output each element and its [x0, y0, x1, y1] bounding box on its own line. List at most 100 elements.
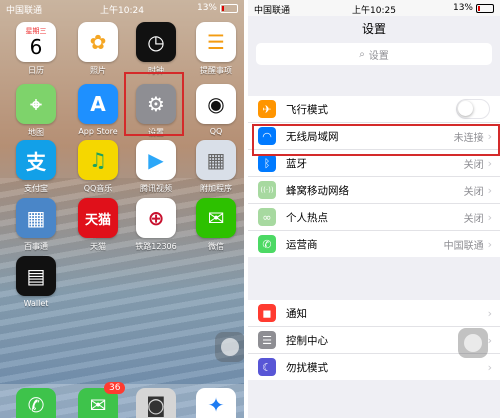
- settings-row-wifi[interactable]: ◠ 无线局域网 未连接 ›: [248, 123, 500, 150]
- chevron-right-icon: ›: [487, 129, 492, 143]
- app-alipay[interactable]: 支支付宝: [14, 140, 58, 194]
- notification-icon: ◼: [258, 304, 276, 322]
- page-title: 设置: [361, 22, 386, 36]
- app-label: QQ: [209, 127, 223, 136]
- moon-icon: ☾: [258, 358, 276, 376]
- settings-group-connectivity: ✈ 飞行模式 ◠ 无线局域网 未连接 › ᛒ 蓝牙 关闭 › ((·)) 蜂窝移动网络 关闭 › ∞ 个人热点…: [248, 96, 500, 257]
- camera-icon: ◙: [136, 388, 176, 418]
- dock-safari[interactable]: ✦: [194, 388, 238, 418]
- wechat-icon: ✉: [196, 198, 236, 238]
- app-qq[interactable]: ◉ QQ: [194, 84, 238, 136]
- chevron-right-icon: ›: [487, 237, 492, 251]
- settings-row-value: 中国联通: [443, 240, 484, 252]
- wifi-icon: ◠: [258, 127, 276, 145]
- safari-icon: ✦: [196, 388, 236, 418]
- settings-row-carrier[interactable]: ✆ 运营商 中国联通 ›: [248, 231, 500, 257]
- control-center-icon: ☰: [258, 331, 276, 349]
- folder-icon: ▦: [196, 140, 236, 180]
- battery-icon: [476, 3, 494, 13]
- app-store-icon: A: [78, 84, 118, 124]
- status-bar-right: 中国联通 上午10:25 13%: [248, 0, 500, 16]
- airplane-mode-toggle[interactable]: [456, 99, 490, 119]
- app-app-store[interactable]: A App Store: [76, 84, 120, 136]
- settings-row-hotspot[interactable]: ∞ 个人热点 关闭 ›: [248, 204, 500, 231]
- app-label: 微信: [208, 242, 224, 251]
- settings-row-value: 关闭: [463, 159, 484, 171]
- app-label: 提醒事项: [200, 66, 232, 75]
- search-field[interactable]: ⌕ 设置: [256, 43, 492, 65]
- clock-icon: ◷: [136, 22, 176, 62]
- dock-phone[interactable]: ✆: [14, 388, 58, 418]
- app-label: 地图: [28, 128, 44, 137]
- dock-messages[interactable]: ✉ 36: [76, 382, 126, 418]
- video-icon: ▶: [136, 140, 176, 180]
- gear-icon: ⚙: [136, 84, 176, 124]
- app-label: 时钟: [148, 66, 164, 75]
- home-screen: 中国联通 上午10:24 13% 星期三 6 日历 ✿ 照片 ◷ 时钟 ☰ 提醒事项 ⌖ 地图 A Ap…: [0, 0, 244, 418]
- chevron-right-icon: ›: [487, 210, 492, 224]
- app-maps[interactable]: ⌖ 地图: [14, 84, 58, 138]
- app-qq-music[interactable]: ♫ QQ音乐: [76, 140, 120, 194]
- search-placeholder: 设置: [368, 50, 389, 62]
- settings-row-label: 飞行模式: [286, 103, 328, 116]
- settings-row-value: 关闭: [463, 186, 484, 198]
- chevron-right-icon: ›: [487, 360, 492, 374]
- app-label: 铁路12306: [135, 242, 177, 251]
- status-bar-left: 中国联通 上午10:24 13%: [0, 0, 244, 16]
- settings-row-value: 未连接: [453, 132, 484, 144]
- app-label: QQ音乐: [83, 184, 113, 193]
- assistive-touch-button[interactable]: [215, 332, 244, 362]
- music-icon: ♫: [78, 140, 118, 180]
- app-photos[interactable]: ✿ 照片: [76, 22, 120, 76]
- app-baishitong[interactable]: ▦ 百事通: [14, 198, 58, 252]
- dock-camera[interactable]: ◙: [134, 388, 178, 418]
- hotspot-icon: ∞: [258, 208, 276, 226]
- battery-percent: 13%: [196, 3, 217, 13]
- chevron-right-icon: ›: [487, 333, 492, 347]
- settings-row-label: 无线局域网: [286, 130, 339, 143]
- app-tmall[interactable]: 天猫 天猫: [76, 198, 120, 252]
- app-label: 附加程序: [200, 184, 232, 193]
- settings-row-cellular[interactable]: ((·)) 蜂窝移动网络 关闭 ›: [248, 177, 500, 204]
- app-wallet[interactable]: ▤ Wallet: [14, 256, 58, 308]
- chevron-right-icon: ›: [487, 183, 492, 197]
- settings-row-bluetooth[interactable]: ᛒ 蓝牙 关闭 ›: [248, 150, 500, 177]
- folder-icon: ▦: [16, 198, 56, 238]
- app-clock[interactable]: ◷ 时钟: [134, 22, 178, 76]
- phone-icon: ✆: [16, 388, 56, 418]
- battery-percent: 13%: [452, 3, 473, 13]
- chevron-right-icon: ›: [487, 306, 492, 320]
- app-label: 照片: [90, 66, 106, 75]
- app-settings[interactable]: ⚙ 设置: [134, 84, 178, 138]
- settings-row-label: 通知: [286, 307, 307, 320]
- cellular-icon: ((·)): [258, 181, 276, 199]
- calendar-day: 6: [29, 35, 43, 59]
- settings-row-do-not-disturb[interactable]: ☾ 勿扰模式 ›: [248, 354, 500, 380]
- reminders-icon: ☰: [196, 22, 236, 62]
- chevron-right-icon: ›: [487, 156, 492, 170]
- app-calendar[interactable]: 星期三 6 日历: [14, 22, 58, 76]
- penguin-icon: ◉: [196, 84, 236, 124]
- dock: ✆ ✉ 36 ◙ ✦: [0, 382, 244, 418]
- app-reminders[interactable]: ☰ 提醒事项: [194, 22, 238, 76]
- settings-row-notifications[interactable]: ◼ 通知 ›: [248, 300, 500, 327]
- battery-icon: [220, 3, 238, 13]
- phone-icon: ✆: [258, 235, 276, 253]
- app-tencent-video[interactable]: ▶ 腾讯视频: [134, 140, 178, 194]
- app-wechat[interactable]: ✉ 微信: [194, 198, 238, 252]
- app-label: 百事通: [24, 242, 48, 251]
- assistive-touch-button[interactable]: [458, 328, 488, 358]
- app-label: 设置: [148, 128, 164, 137]
- settings-row-airplane-mode[interactable]: ✈ 飞行模式: [248, 96, 500, 123]
- airplane-icon: ✈: [258, 100, 276, 118]
- settings-row-label: 蜂窝移动网络: [286, 184, 349, 197]
- maps-icon: ⌖: [16, 84, 56, 124]
- settings-row-value: 关闭: [463, 213, 484, 225]
- app-railway[interactable]: ⊕ 铁路12306: [134, 198, 178, 252]
- settings-row-label: 蓝牙: [286, 157, 307, 170]
- unread-badge: 36: [104, 382, 126, 394]
- app-extras-folder[interactable]: ▦ 附加程序: [194, 140, 238, 194]
- tmall-icon: 天猫: [78, 198, 118, 238]
- app-label: 日历: [28, 66, 44, 75]
- app-label: Wallet: [23, 299, 49, 308]
